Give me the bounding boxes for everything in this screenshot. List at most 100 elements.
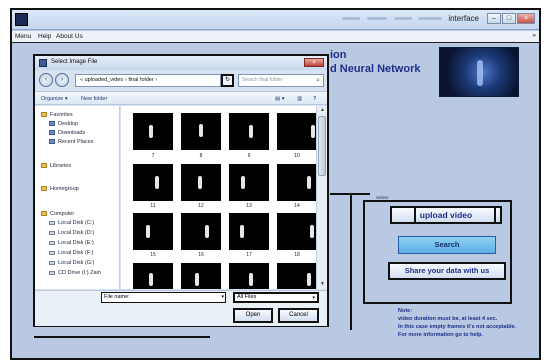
menu-item-menu[interactable]: Menu	[15, 33, 31, 40]
organize-button[interactable]: Organize ▾	[41, 96, 68, 102]
nav-downloads[interactable]: Downloads	[49, 130, 85, 136]
titlebar-menu-blur	[418, 17, 442, 20]
thumbnail-8[interactable]	[181, 113, 221, 150]
upload-video-button[interactable]: upload video	[390, 206, 502, 224]
nav-desktop[interactable]: Desktop	[49, 121, 78, 127]
thumbnail-label: 16	[198, 252, 204, 258]
thumbnail-partial[interactable]	[229, 263, 269, 289]
note-line: In this case empty frames it's not accep…	[398, 324, 517, 330]
thumbnail-17[interactable]	[229, 213, 269, 250]
thumbnail-partial[interactable]	[133, 263, 173, 289]
person-figure	[310, 225, 314, 238]
chevron-down-icon[interactable]: ▾	[221, 294, 224, 300]
library-icon	[41, 163, 47, 169]
thumbnail-18[interactable]	[277, 213, 316, 250]
app-window: interface – □ × Menu Help About Us » ion…	[10, 8, 541, 360]
file-type-select[interactable]: All Files ▾	[233, 292, 319, 303]
person-figure	[240, 225, 244, 238]
file-name-label: File name:	[104, 294, 130, 300]
banner-figure	[477, 60, 483, 86]
nav-label: CD Drive (I:) Zain	[58, 270, 101, 276]
person-figure	[249, 273, 253, 286]
close-button[interactable]: ×	[517, 13, 535, 24]
file-type-value: All Files	[237, 294, 257, 300]
menu-item-about-us[interactable]: About Us	[56, 33, 83, 40]
person-figure	[241, 176, 245, 189]
new-folder-button[interactable]: New folder	[81, 96, 107, 102]
open-button[interactable]: Open	[233, 308, 273, 323]
folder-search-input[interactable]: Search final folder ⌕	[238, 74, 324, 87]
nav-drive-c[interactable]: Local Disk (C:)	[49, 220, 94, 226]
thumbnail-11[interactable]	[133, 164, 173, 201]
scroll-up-icon[interactable]: ▲	[319, 107, 326, 114]
forward-button[interactable]: ›	[55, 73, 69, 87]
dialog-app-icon	[39, 59, 47, 67]
page-title: ion d Neural Network	[330, 48, 420, 76]
help-icon[interactable]: ?	[313, 96, 316, 102]
back-button[interactable]: ‹	[39, 73, 53, 87]
address-bar[interactable]: « uploaded_video › final folder ›	[75, 74, 221, 87]
nav-label: Recent Places	[58, 139, 94, 145]
file-name-input[interactable]: File name: ▾	[101, 292, 226, 303]
person-figure	[146, 225, 150, 238]
computer-icon	[41, 211, 47, 217]
person-figure	[249, 125, 253, 138]
preview-pane-icon[interactable]: ▥	[297, 96, 302, 102]
nav-drive-g[interactable]: Local Disk (G:)	[49, 260, 94, 266]
nav-favorites[interactable]: Favorites	[41, 112, 73, 118]
nav-drive-d[interactable]: Local Disk (D:)	[49, 230, 94, 236]
file-thumbnail-grid: 7 8 9 10 11 12 13 14 15 16 17 18	[121, 106, 316, 289]
folder-search-placeholder: Search final folder	[242, 77, 283, 83]
thumbnail-16[interactable]	[181, 213, 221, 250]
disk-icon	[49, 260, 55, 265]
thumbnail-9[interactable]	[229, 113, 269, 150]
nav-label: Local Disk (E:)	[58, 240, 94, 246]
nav-libraries[interactable]: Libraries	[41, 163, 71, 169]
nav-computer[interactable]: Computer	[41, 211, 74, 217]
dialog-close-button[interactable]: ×	[304, 58, 324, 67]
thumbnail-7[interactable]	[133, 113, 173, 150]
page-title-line1: ion	[330, 49, 347, 61]
app-icon	[15, 13, 28, 26]
toolbar-expand-icon[interactable]: »	[532, 32, 536, 39]
thumbnail-14[interactable]	[277, 164, 316, 201]
menu-bar: Menu Help About Us »	[12, 31, 539, 43]
person-figure	[195, 273, 199, 286]
titlebar-menu-blur	[342, 17, 360, 20]
person-figure	[311, 125, 315, 138]
person-figure	[199, 124, 203, 137]
scrollbar-thumb[interactable]	[318, 116, 326, 176]
nav-label: Local Disk (D:)	[58, 230, 95, 236]
cancel-button[interactable]: Cancel	[278, 308, 319, 323]
nav-drive-f[interactable]: Local Disk (F:)	[49, 250, 93, 256]
view-options-icon[interactable]: ▤ ▾	[275, 96, 285, 102]
scroll-down-icon[interactable]: ▼	[319, 281, 326, 288]
nav-cd-drive[interactable]: CD Drive (I:) Zain	[49, 270, 101, 276]
thumbnail-label: 7	[151, 153, 155, 159]
vertical-scrollbar[interactable]: ▲ ▼	[316, 106, 327, 289]
refresh-icon[interactable]: ↻	[221, 74, 234, 87]
thumbnail-13[interactable]	[229, 164, 269, 201]
thumbnail-partial[interactable]	[277, 263, 316, 289]
star-icon	[41, 112, 47, 118]
thumbnail-12[interactable]	[181, 164, 221, 201]
maximize-button[interactable]: □	[502, 13, 516, 24]
share-data-button[interactable]: Share your data with us	[388, 262, 506, 280]
thumbnail-10[interactable]	[277, 113, 316, 150]
titlebar-menu-blur	[367, 17, 387, 20]
desktop-icon	[49, 121, 55, 127]
note-line: video duration must be, at least 4 sec.	[398, 316, 498, 322]
nav-drive-e[interactable]: Local Disk (E:)	[49, 240, 94, 246]
minimize-button[interactable]: –	[487, 13, 501, 24]
menu-item-help[interactable]: Help	[38, 33, 51, 40]
thumbnail-15[interactable]	[133, 213, 173, 250]
nav-label: Local Disk (G:)	[58, 260, 95, 266]
thumbnail-partial[interactable]	[181, 263, 221, 289]
nav-recent-places[interactable]: Recent Places	[49, 139, 93, 145]
disk-icon	[49, 220, 55, 225]
search-button[interactable]: Search	[398, 236, 496, 254]
dialog-title: Select Image File	[51, 59, 98, 65]
note-line: For more information go to help.	[398, 332, 483, 338]
nav-homegroup[interactable]: Homegroup	[41, 186, 79, 192]
thumbnail-label: 11	[150, 203, 156, 209]
